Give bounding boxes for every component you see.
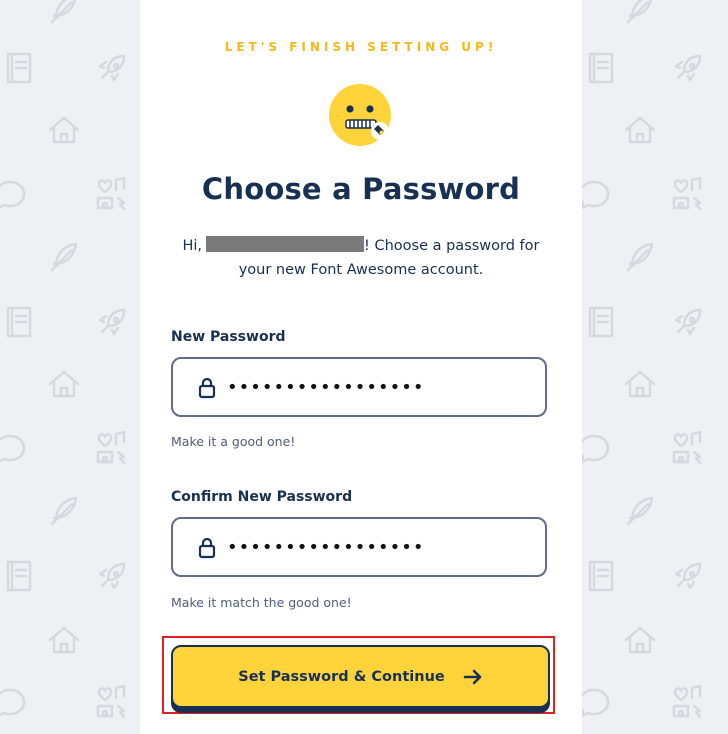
feather-icon	[50, 242, 78, 272]
lock-icon	[198, 377, 216, 399]
intro-prefix: Hi,	[182, 238, 203, 254]
feather-icon	[626, 0, 653, 24]
confirm-password-field[interactable]	[171, 517, 547, 577]
heart-music-camera-icon	[672, 430, 702, 465]
rocket-icon	[98, 54, 126, 82]
rocket-icon	[98, 562, 126, 590]
house-icon	[624, 626, 656, 654]
book-icon	[6, 52, 32, 84]
house-icon	[48, 626, 80, 654]
book-icon	[588, 306, 614, 338]
new-password-hint: Make it a good one!	[171, 434, 296, 449]
set-password-continue-label: Set Password & Continue	[238, 668, 445, 685]
comment-icon	[0, 180, 26, 209]
heart-music-camera-icon	[672, 176, 702, 211]
rocket-icon	[674, 308, 702, 336]
rocket-icon	[674, 562, 702, 590]
heart-music-camera-icon	[672, 684, 702, 719]
set-password-continue-button[interactable]: Set Password & Continue	[171, 645, 550, 708]
confirm-password-input[interactable]	[227, 535, 527, 559]
intro-text: Hi,! Choose a password for your new Font…	[170, 234, 552, 282]
feather-icon	[50, 496, 78, 526]
book-icon	[6, 560, 32, 592]
heart-music-camera-icon	[96, 430, 126, 465]
house-icon	[48, 370, 80, 398]
rocket-icon	[674, 54, 702, 82]
book-icon	[588, 52, 614, 84]
confirm-password-hint: Make it match the good one!	[171, 595, 352, 610]
comment-icon	[0, 434, 26, 463]
new-password-field[interactable]	[171, 357, 547, 417]
zipper-mouth-face-icon	[329, 84, 391, 146]
rocket-icon	[98, 308, 126, 336]
lock-icon	[198, 537, 216, 559]
house-icon	[624, 116, 656, 144]
new-password-input[interactable]	[227, 375, 527, 399]
house-icon	[624, 370, 656, 398]
book-icon	[588, 560, 614, 592]
page-title: Choose a Password	[201, 172, 521, 206]
new-password-label: New Password	[171, 329, 286, 345]
comment-icon	[0, 688, 26, 717]
feather-icon	[50, 0, 77, 24]
heart-music-camera-icon	[96, 684, 126, 719]
setup-card: LET'S FINISH SETTING UP! Choose a Passwo…	[140, 0, 582, 734]
confirm-password-label: Confirm New Password	[171, 489, 353, 505]
book-icon	[6, 306, 32, 338]
redacted-username	[206, 236, 365, 252]
heart-music-camera-icon	[96, 176, 126, 211]
arrow-right-icon	[463, 669, 482, 684]
eyebrow-text: LET'S FINISH SETTING UP!	[224, 40, 498, 54]
feather-icon	[626, 496, 654, 526]
feather-icon	[626, 242, 654, 272]
house-icon	[48, 116, 80, 144]
